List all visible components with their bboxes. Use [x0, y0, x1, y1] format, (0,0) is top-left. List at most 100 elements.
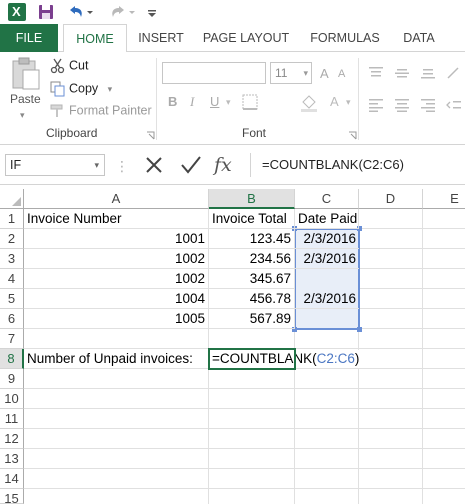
- paste-dropdown-icon[interactable]: ▾: [20, 110, 25, 121]
- grid-cell[interactable]: [24, 429, 209, 449]
- grid-cell[interactable]: [423, 429, 465, 449]
- decrease-font-size-icon[interactable]: A: [338, 68, 345, 80]
- align-middle-icon[interactable]: [394, 66, 410, 80]
- grid-cell[interactable]: [24, 389, 209, 409]
- cell-a1[interactable]: Invoice Number: [24, 209, 209, 229]
- align-left-icon[interactable]: [368, 98, 384, 112]
- enter-icon[interactable]: [180, 154, 202, 176]
- row-header[interactable]: 14: [0, 469, 24, 489]
- borders-icon[interactable]: [242, 94, 258, 110]
- bold-button[interactable]: B: [168, 94, 177, 109]
- grid-cell[interactable]: [359, 489, 423, 504]
- save-icon[interactable]: [38, 3, 54, 21]
- grid-cell[interactable]: [24, 369, 209, 389]
- copy-button[interactable]: Copy ▾: [50, 79, 112, 97]
- range-resize-handle[interactable]: [357, 327, 362, 332]
- tab-home[interactable]: HOME: [63, 24, 127, 53]
- fill-color-icon[interactable]: [300, 94, 318, 112]
- row-header[interactable]: 2: [0, 229, 24, 249]
- column-header-e[interactable]: E: [423, 189, 465, 209]
- increase-font-size-icon[interactable]: A: [320, 66, 329, 81]
- cell-c5[interactable]: 2/3/2016: [295, 289, 359, 309]
- grid-cell[interactable]: [209, 369, 295, 389]
- row-header[interactable]: 5: [0, 289, 24, 309]
- grid-cell[interactable]: [423, 349, 465, 369]
- cell-b5[interactable]: 456.78: [209, 289, 295, 309]
- grid-cell[interactable]: [359, 249, 423, 269]
- grid-cell[interactable]: [359, 409, 423, 429]
- cell-c3[interactable]: 2/3/2016: [295, 249, 359, 269]
- grid-cell[interactable]: [423, 389, 465, 409]
- orientation-icon[interactable]: [446, 66, 462, 80]
- cell-a8[interactable]: Number of Unpaid invoices:: [24, 349, 209, 369]
- grid-cell[interactable]: [24, 469, 209, 489]
- row-header[interactable]: 9: [0, 369, 24, 389]
- grid-cell[interactable]: [359, 449, 423, 469]
- formula-input[interactable]: =COUNTBLANK(C2:C6): [250, 153, 465, 177]
- name-box[interactable]: IF ▾: [5, 154, 105, 176]
- grid-cell[interactable]: [423, 469, 465, 489]
- tab-insert[interactable]: INSERT: [130, 24, 192, 52]
- row-header[interactable]: 13: [0, 449, 24, 469]
- cell-a5[interactable]: 1004: [24, 289, 209, 309]
- align-bottom-icon[interactable]: [420, 66, 436, 80]
- italic-button[interactable]: I: [190, 94, 194, 110]
- row-header[interactable]: 11: [0, 409, 24, 429]
- grid-cell[interactable]: [423, 309, 465, 329]
- grid-cell[interactable]: [359, 389, 423, 409]
- grid-cell[interactable]: [24, 489, 209, 504]
- font-size-select[interactable]: 11 ▾: [270, 62, 312, 84]
- clipboard-dialog-launcher-icon[interactable]: [146, 128, 155, 140]
- grid-cell[interactable]: [209, 489, 295, 504]
- grid-cell[interactable]: [359, 429, 423, 449]
- align-center-icon[interactable]: [394, 98, 410, 112]
- paste-button[interactable]: [8, 56, 44, 122]
- grid-cell[interactable]: [209, 409, 295, 429]
- row-header[interactable]: 15: [0, 489, 24, 504]
- grid-cell[interactable]: [359, 469, 423, 489]
- cell-c1[interactable]: Date Paid: [295, 209, 359, 229]
- row-header[interactable]: 6: [0, 309, 24, 329]
- grid-cell[interactable]: [24, 329, 209, 349]
- align-top-icon[interactable]: [368, 66, 384, 80]
- grid-cell[interactable]: [209, 389, 295, 409]
- cell-b1[interactable]: Invoice Total: [209, 209, 295, 229]
- grid-cell[interactable]: [295, 329, 359, 349]
- grid-cell[interactable]: [359, 309, 423, 329]
- grid-cell[interactable]: [423, 369, 465, 389]
- cell-a6[interactable]: 1005: [24, 309, 209, 329]
- format-painter-button[interactable]: Format Painter: [50, 101, 152, 119]
- grid-cell[interactable]: [24, 449, 209, 469]
- column-header-b[interactable]: B: [209, 189, 295, 209]
- grid-cell[interactable]: [423, 249, 465, 269]
- decrease-indent-icon[interactable]: [446, 98, 462, 112]
- row-header[interactable]: 4: [0, 269, 24, 289]
- grid-cell[interactable]: [295, 469, 359, 489]
- font-color-dropdown-icon[interactable]: ▾: [346, 97, 351, 108]
- column-header-a[interactable]: A: [24, 189, 209, 209]
- grid-cell[interactable]: [423, 489, 465, 504]
- insert-function-icon[interactable]: fx: [214, 154, 240, 176]
- grid-cell[interactable]: [295, 369, 359, 389]
- grid-cell[interactable]: [295, 489, 359, 504]
- tab-page-layout[interactable]: PAGE LAYOUT: [198, 24, 294, 52]
- cell-c2[interactable]: 2/3/2016: [295, 229, 359, 249]
- grid-cell[interactable]: [295, 409, 359, 429]
- cell-b3[interactable]: 234.56: [209, 249, 295, 269]
- row-header[interactable]: 10: [0, 389, 24, 409]
- copy-dropdown-icon[interactable]: ▾: [108, 84, 113, 94]
- grid-cell[interactable]: [423, 269, 465, 289]
- row-header[interactable]: 3: [0, 249, 24, 269]
- tab-formulas[interactable]: FORMULAS: [302, 24, 388, 52]
- row-header[interactable]: 1: [0, 209, 24, 229]
- tab-file[interactable]: FILE: [0, 24, 58, 52]
- column-header-d[interactable]: D: [359, 189, 423, 209]
- cell-a2[interactable]: 1001: [24, 229, 209, 249]
- row-header[interactable]: 8: [0, 349, 24, 369]
- underline-dropdown-icon[interactable]: ▾: [226, 97, 231, 108]
- grid-cell[interactable]: [359, 369, 423, 389]
- cut-button[interactable]: Cut: [50, 56, 88, 74]
- grid-cell[interactable]: [423, 209, 465, 229]
- cell-a3[interactable]: 1002: [24, 249, 209, 269]
- underline-button[interactable]: U: [210, 94, 219, 109]
